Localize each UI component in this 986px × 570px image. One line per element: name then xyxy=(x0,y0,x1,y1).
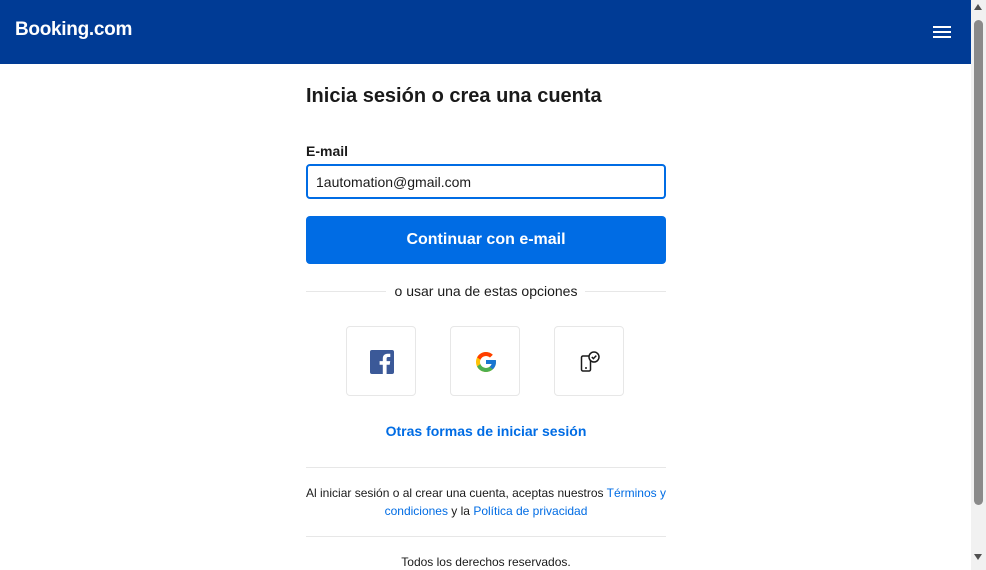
scrollbar-thumb[interactable] xyxy=(974,20,983,505)
other-signin-methods-link[interactable]: Otras formas de iniciar sesión xyxy=(306,423,666,439)
separator-bottom xyxy=(306,536,666,537)
google-signin-button[interactable] xyxy=(450,326,520,396)
booking-logo[interactable]: Booking.com xyxy=(15,19,132,41)
phone-signin-button[interactable] xyxy=(554,326,624,396)
terms-text: Al iniciar sesión o al crear una cuenta,… xyxy=(306,484,666,520)
terms-text-before: Al iniciar sesión o al crear una cuenta,… xyxy=(306,486,607,500)
vertical-scrollbar[interactable] xyxy=(971,0,986,570)
email-label: E-mail xyxy=(306,143,349,159)
facebook-icon xyxy=(370,350,394,374)
continue-with-email-button[interactable]: Continuar con e-mail xyxy=(306,216,666,264)
page-title: Inicia sesión o crea una cuenta xyxy=(306,85,602,107)
scroll-up-arrow-icon[interactable] xyxy=(974,4,982,10)
phone-check-icon xyxy=(580,351,600,372)
terms-text-middle: y la xyxy=(447,504,474,518)
google-icon xyxy=(476,352,496,372)
separator-top xyxy=(306,467,666,468)
email-field[interactable] xyxy=(306,164,666,199)
top-header: Booking.com xyxy=(0,0,971,64)
hamburger-menu-icon[interactable] xyxy=(930,22,954,42)
privacy-link[interactable]: Política de privacidad xyxy=(473,504,587,518)
options-divider: o usar una de estas opciones xyxy=(306,282,666,300)
copyright-text: Todos los derechos reservados. xyxy=(401,555,571,569)
facebook-signin-button[interactable] xyxy=(346,326,416,396)
scroll-down-arrow-icon[interactable] xyxy=(974,554,982,560)
divider-text: o usar una de estas opciones xyxy=(386,283,586,299)
